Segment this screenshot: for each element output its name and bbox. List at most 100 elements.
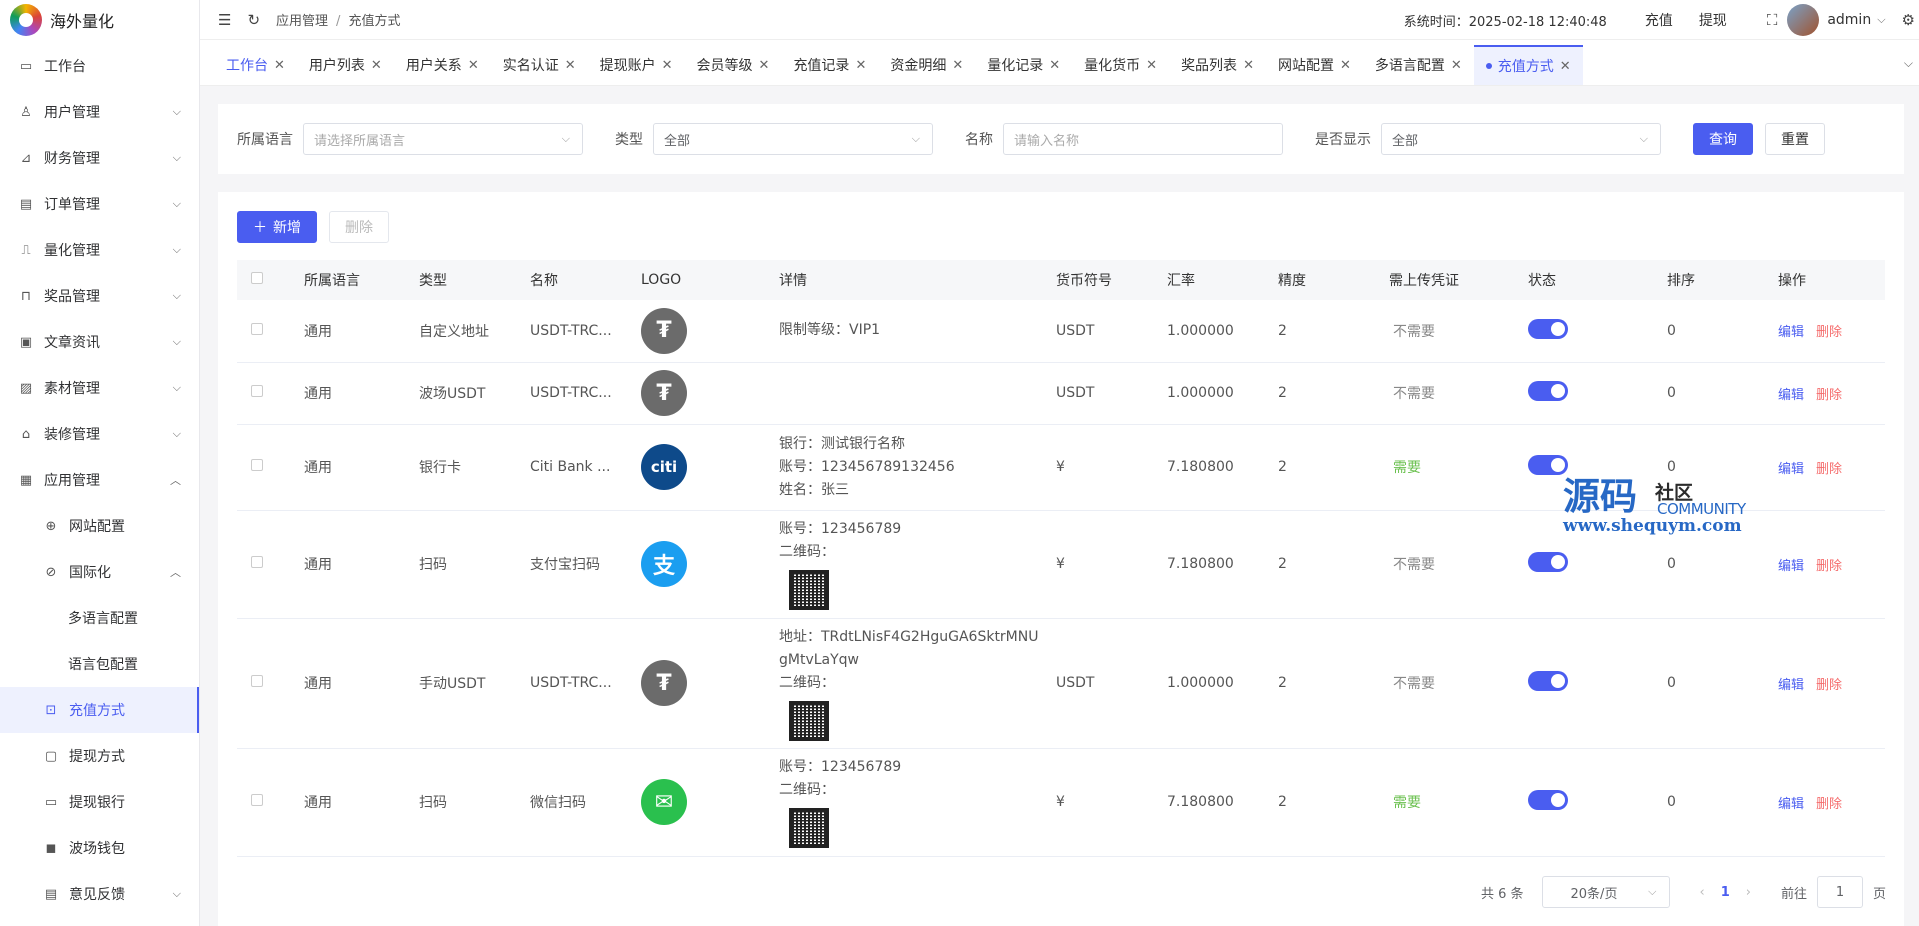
close-icon[interactable]: ✕ <box>1451 58 1462 73</box>
status-toggle[interactable] <box>1528 552 1568 572</box>
lang-select[interactable]: 请选择所属语言 ⌵ <box>303 123 583 155</box>
delete-row-button[interactable]: 删除 <box>1816 462 1842 477</box>
tab-withdraw-accounts[interactable]: 提现账户 ✕ <box>588 45 685 85</box>
delete-row-button[interactable]: 删除 <box>1816 559 1842 574</box>
settings-icon[interactable]: ⚙ <box>1902 11 1915 29</box>
query-button[interactable]: 查询 <box>1693 123 1753 155</box>
close-icon[interactable]: ✕ <box>855 58 866 73</box>
delete-row-button[interactable]: 删除 <box>1816 678 1842 693</box>
row-checkbox[interactable] <box>237 362 304 425</box>
type-select[interactable]: 全部 ⌵ <box>653 123 933 155</box>
status-toggle[interactable] <box>1528 790 1568 810</box>
sidebar-item-withdraw-bank[interactable]: ▭ 提现银行 <box>0 779 199 825</box>
close-icon[interactable]: ✕ <box>274 58 285 73</box>
close-icon[interactable]: ✕ <box>1146 58 1157 73</box>
row-checkbox[interactable] <box>237 618 304 749</box>
add-button[interactable]: ＋ 新增 <box>237 211 317 243</box>
next-page-icon[interactable]: › <box>1746 885 1751 900</box>
edit-button[interactable]: 编辑 <box>1778 462 1804 477</box>
cell-logo: ₮ <box>641 362 779 425</box>
close-icon[interactable]: ✕ <box>1340 58 1351 73</box>
tab-realname[interactable]: 实名认证 ✕ <box>491 45 588 85</box>
sidebar-item-materials[interactable]: ▨ 素材管理 ⌵ <box>0 365 199 411</box>
sidebar-item-withdraw-method[interactable]: ▢ 提现方式 <box>0 733 199 779</box>
sidebar-item-articles[interactable]: ▣ 文章资讯 ⌵ <box>0 319 199 365</box>
chevron-down-icon[interactable]: ⌵ <box>1904 56 1913 71</box>
close-icon[interactable]: ✕ <box>1560 59 1571 74</box>
close-icon[interactable]: ✕ <box>468 58 479 73</box>
edit-button[interactable]: 编辑 <box>1778 325 1804 340</box>
recharge-link[interactable]: 充值 <box>1645 10 1673 30</box>
plus-icon: ＋ <box>253 220 267 236</box>
sidebar-item-langpack[interactable]: 语言包配置 <box>0 641 199 687</box>
delete-row-button[interactable]: 删除 <box>1816 325 1842 340</box>
edit-button[interactable]: 编辑 <box>1778 559 1804 574</box>
edit-button[interactable]: 编辑 <box>1778 388 1804 403</box>
close-icon[interactable]: ✕ <box>952 58 963 73</box>
tab-fund-details[interactable]: 资金明细 ✕ <box>878 45 975 85</box>
sidebar-item-apps[interactable]: ▦ 应用管理 ︿ <box>0 457 199 503</box>
status-toggle[interactable] <box>1528 381 1568 401</box>
select-all-checkbox[interactable] <box>237 260 304 300</box>
fullscreen-icon[interactable]: ⛶ <box>1767 11 1778 29</box>
goto-input[interactable]: 1 <box>1816 876 1863 908</box>
row-checkbox[interactable] <box>237 300 304 363</box>
withdraw-link[interactable]: 提现 <box>1699 10 1727 30</box>
row-checkbox[interactable] <box>237 510 304 619</box>
delete-button[interactable]: 删除 <box>329 211 389 243</box>
breadcrumb-item[interactable]: 应用管理 <box>276 14 328 29</box>
name-input[interactable]: 请输入名称 <box>1003 123 1283 155</box>
close-icon[interactable]: ✕ <box>1049 58 1060 73</box>
menu-collapse-icon[interactable]: ☰ <box>218 11 231 29</box>
close-icon[interactable]: ✕ <box>759 58 770 73</box>
sidebar-item-quant[interactable]: ⎍ 量化管理 ⌵ <box>0 227 199 273</box>
tab-member-levels[interactable]: 会员等级 ✕ <box>685 45 782 85</box>
edit-button[interactable]: 编辑 <box>1778 678 1804 693</box>
sidebar-item-recharge-method[interactable]: ⊡ 充值方式 <box>0 687 199 733</box>
close-icon[interactable]: ✕ <box>662 58 673 73</box>
reset-button[interactable]: 重置 <box>1765 123 1825 155</box>
delete-row-button[interactable]: 删除 <box>1816 797 1842 812</box>
sidebar-item-finance[interactable]: ⊿ 财务管理 ⌵ <box>0 135 199 181</box>
close-icon[interactable]: ✕ <box>565 58 576 73</box>
sidebar-item-site-config[interactable]: ⊕ 网站配置 <box>0 503 199 549</box>
table-row: 通用 波场USDT USDT-TRC... ₮ USDT 1.000000 2 不需要 0 编辑删… <box>237 362 1885 425</box>
user-name[interactable]: admin <box>1827 12 1871 28</box>
tab-prize-list[interactable]: 奖品列表 ✕ <box>1169 45 1266 85</box>
status-toggle[interactable] <box>1528 671 1568 691</box>
tab-recharge-records[interactable]: 充值记录 ✕ <box>781 45 878 85</box>
sidebar-item-feedback[interactable]: ▤ 意见反馈 ⌵ <box>0 871 199 917</box>
sidebar-item-orders[interactable]: ▤ 订单管理 ⌵ <box>0 181 199 227</box>
close-icon[interactable]: ✕ <box>371 58 382 73</box>
page-number[interactable]: 1 <box>1721 885 1730 900</box>
tab-workbench[interactable]: 工作台 ✕ <box>214 45 297 85</box>
page-size-select[interactable]: 20条/页 ⌵ <box>1541 876 1670 908</box>
show-select[interactable]: 全部 ⌵ <box>1381 123 1661 155</box>
row-checkbox[interactable] <box>237 424 304 511</box>
brand[interactable]: 海外量化 <box>0 0 199 40</box>
tab-recharge-method[interactable]: 充值方式 ✕ <box>1473 45 1583 85</box>
tab-multilang[interactable]: 多语言配置 ✕ <box>1363 45 1474 85</box>
edit-button[interactable]: 编辑 <box>1778 797 1804 812</box>
sidebar-item-i18n[interactable]: ⊘ 国际化 ︿ <box>0 549 199 595</box>
row-checkbox[interactable] <box>237 748 304 857</box>
tab-user-relations[interactable]: 用户关系 ✕ <box>394 45 491 85</box>
tab-quant-currency[interactable]: 量化货币 ✕ <box>1072 45 1169 85</box>
sidebar-item-workbench[interactable]: ▭ 工作台 <box>0 43 199 89</box>
chevron-down-icon[interactable]: ⌵ <box>1877 13 1885 27</box>
sidebar-item-multilang[interactable]: 多语言配置 <box>0 595 199 641</box>
refresh-icon[interactable]: ↻ <box>247 11 260 29</box>
sidebar-item-prizes[interactable]: ⊓ 奖品管理 ⌵ <box>0 273 199 319</box>
prev-page-icon[interactable]: ‹ <box>1700 885 1705 900</box>
delete-row-button[interactable]: 删除 <box>1816 388 1842 403</box>
close-icon[interactable]: ✕ <box>1243 58 1254 73</box>
tab-site-config[interactable]: 网站配置 ✕ <box>1266 45 1363 85</box>
avatar[interactable] <box>1787 4 1820 36</box>
sidebar-item-tron-wallet[interactable]: ◼ 波场钱包 <box>0 825 199 871</box>
sidebar-item-decor[interactable]: ⌂ 装修管理 ⌵ <box>0 411 199 457</box>
status-toggle[interactable] <box>1528 318 1568 339</box>
tab-quant-records[interactable]: 量化记录 ✕ <box>975 45 1072 85</box>
status-toggle[interactable] <box>1528 455 1568 475</box>
sidebar-item-users[interactable]: ♙ 用户管理 ⌵ <box>0 89 199 135</box>
tab-user-list[interactable]: 用户列表 ✕ <box>297 45 394 85</box>
